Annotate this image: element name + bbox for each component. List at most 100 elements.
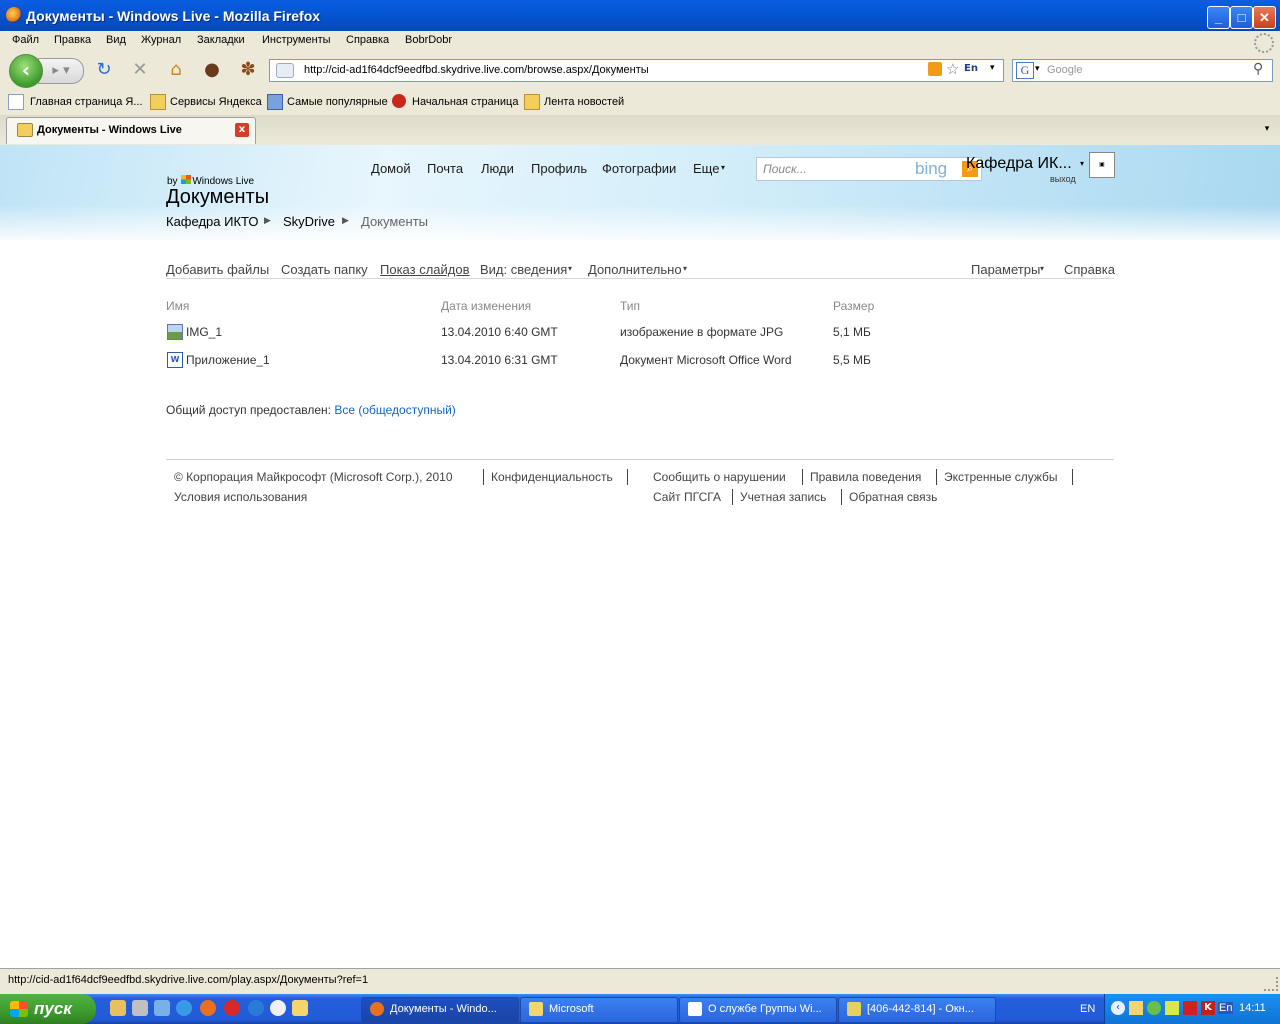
nav-photos[interactable]: Фотографии <box>602 161 676 176</box>
avatar[interactable]: ▣ <box>1089 152 1115 178</box>
nav-mail[interactable]: Почта <box>427 161 463 176</box>
breadcrumb-user[interactable]: Кафедра ИКТО <box>166 214 259 229</box>
file-name[interactable]: Приложение_1 <box>186 353 270 367</box>
tray-expand-icon[interactable]: ‹ <box>1111 1001 1125 1015</box>
keyboard-language[interactable]: EN <box>1080 1003 1095 1015</box>
quicklaunch-network-icon[interactable] <box>154 1000 170 1016</box>
quicklaunch-mixer-icon[interactable] <box>132 1000 148 1016</box>
sharing-link[interactable]: Все (общедоступный) <box>334 403 455 417</box>
taskbar-item-window[interactable]: [406-442-814] - Окн... <box>838 997 996 1023</box>
reload-icon[interactable]: ↻ <box>92 58 116 82</box>
column-name[interactable]: Имя <box>166 299 189 313</box>
help-link[interactable]: Справка <box>1064 262 1115 277</box>
paw-icon[interactable]: ✽ <box>236 58 260 82</box>
privacy-link[interactable]: Конфиденциальность <box>491 470 613 484</box>
nav-people[interactable]: Люди <box>481 161 514 176</box>
more-menu[interactable]: Дополнительно <box>588 262 682 277</box>
tray-kaspersky-icon[interactable]: K <box>1201 1001 1215 1015</box>
menu-help[interactable]: Справка <box>346 34 389 46</box>
quicklaunch-browser-icon[interactable] <box>248 1000 264 1016</box>
search-magnifier-icon[interactable]: ⚲ <box>1253 61 1263 77</box>
back-button[interactable]: ‹ <box>9 54 43 88</box>
nav-home[interactable]: Домой <box>371 161 411 176</box>
tray-antivirus-icon[interactable] <box>1183 1001 1197 1015</box>
address-bar[interactable]: http://cid-ad1f64dcf9eedfbd.skydrive.liv… <box>269 59 1004 82</box>
search-bar[interactable]: G ▾ Google ⚲ <box>1012 59 1273 82</box>
search-engine-dropdown-icon[interactable]: ▾ <box>1035 64 1040 74</box>
tab-list-dropdown-icon[interactable]: ▾ <box>1258 118 1276 140</box>
file-name[interactable]: IMG_1 <box>186 325 222 339</box>
bookmark-yandex-services[interactable]: Сервисы Яндекса <box>170 96 262 108</box>
tab-documents[interactable]: Документы - Windows Live x <box>6 117 256 144</box>
resize-grip-icon[interactable] <box>1264 977 1278 991</box>
breadcrumb-skydrive[interactable]: SkyDrive <box>283 214 335 229</box>
taskbar-item-firefox[interactable]: Документы - Windo... <box>361 997 519 1023</box>
tray-language[interactable]: En <box>1218 1002 1234 1014</box>
column-type[interactable]: Тип <box>620 299 640 313</box>
code-of-conduct-link[interactable]: Правила поведения <box>810 470 921 484</box>
options-menu-arrow-icon[interactable]: ▾ <box>1040 264 1044 273</box>
menu-bookmarks[interactable]: Закладки <box>197 34 245 46</box>
menu-bobrdobr[interactable]: BobrDobr <box>405 34 452 46</box>
slideshow-button[interactable]: Показ слайдов <box>380 262 470 277</box>
start-button[interactable]: пуск <box>0 994 96 1024</box>
google-icon[interactable]: G <box>1016 62 1034 79</box>
quicklaunch-firefox-icon[interactable] <box>200 1000 216 1016</box>
search-input[interactable]: Google <box>1047 64 1082 76</box>
create-folder-button[interactable]: Создать папку <box>281 262 368 277</box>
quicklaunch-opera-icon[interactable] <box>224 1000 240 1016</box>
site-link[interactable]: Сайт ПГСГА <box>653 490 721 504</box>
home-icon[interactable]: ⌂ <box>164 58 188 82</box>
menu-edit[interactable]: Правка <box>54 34 91 46</box>
bookmark-yandex-home[interactable]: Главная страница Я... <box>30 96 143 108</box>
quicklaunch-desktop-icon[interactable] <box>110 1000 126 1016</box>
maximize-button[interactable]: □ <box>1230 6 1253 29</box>
account-link[interactable]: Учетная запись <box>740 490 826 504</box>
tray-app-icon[interactable] <box>1165 1001 1179 1015</box>
site-identity-icon[interactable] <box>276 63 294 78</box>
logout-link[interactable]: выход <box>1050 174 1076 184</box>
view-menu[interactable]: Вид: сведения <box>480 262 567 277</box>
add-files-button[interactable]: Добавить файлы <box>166 262 269 277</box>
column-size[interactable]: Размер <box>833 299 874 313</box>
tray-security-icon[interactable] <box>1147 1001 1161 1015</box>
tray-network-icon[interactable] <box>1129 1001 1143 1015</box>
taskbar-item-word[interactable]: О службе Группы Wi... <box>679 997 837 1023</box>
dropdown-arrow-icon[interactable]: ▾ <box>990 63 995 73</box>
user-menu-arrow-icon[interactable]: ▾ <box>1080 159 1084 168</box>
site-search-box[interactable]: Поиск... bing ⌕ <box>756 157 982 181</box>
close-button[interactable]: ✕ <box>1253 6 1276 29</box>
menu-history[interactable]: Журнал <box>141 34 181 46</box>
report-abuse-link[interactable]: Сообщить о нарушении <box>653 470 786 484</box>
site-search-input[interactable]: Поиск... <box>763 162 807 176</box>
emergency-link[interactable]: Экстренные службы <box>944 470 1058 484</box>
bookmark-news-feed[interactable]: Лента новостей <box>544 96 624 108</box>
terms-link[interactable]: Условия использования <box>174 490 307 504</box>
bookmark-star-icon[interactable]: ☆ <box>946 60 959 78</box>
options-menu[interactable]: Параметры <box>971 262 1040 277</box>
bookmark-start-page[interactable]: Начальная страница <box>412 96 518 108</box>
bookmark-most-visited[interactable]: Самые популярные <box>287 96 388 108</box>
column-date[interactable]: Дата изменения <box>441 299 531 313</box>
menu-view[interactable]: Вид <box>106 34 126 46</box>
clock[interactable]: 14:11 <box>1239 1002 1266 1014</box>
taskbar-item-folder[interactable]: Microsoft <box>520 997 678 1023</box>
menu-file[interactable]: Файл <box>12 34 39 46</box>
rss-icon[interactable] <box>928 62 942 76</box>
forward-button[interactable]: ▸ ▾ <box>38 58 84 84</box>
quicklaunch-messenger-icon[interactable] <box>292 1000 308 1016</box>
quicklaunch-media-icon[interactable] <box>270 1000 286 1016</box>
stop-icon[interactable]: ✕ <box>128 58 152 82</box>
view-menu-arrow-icon[interactable]: ▾ <box>568 264 572 273</box>
address-input[interactable]: http://cid-ad1f64dcf9eedfbd.skydrive.liv… <box>304 64 649 76</box>
language-badge[interactable]: En <box>964 63 978 74</box>
nav-more-arrow-icon[interactable]: ▾ <box>721 163 725 172</box>
feedback-link[interactable]: Обратная связь <box>849 490 937 504</box>
bobrdobr-icon[interactable]: ● <box>200 58 224 82</box>
more-menu-arrow-icon[interactable]: ▾ <box>683 264 687 273</box>
menu-tools[interactable]: Инструменты <box>262 34 331 46</box>
nav-profile[interactable]: Профиль <box>531 161 587 176</box>
quicklaunch-ie-icon[interactable] <box>176 1000 192 1016</box>
minimize-button[interactable]: _ <box>1207 6 1230 29</box>
nav-more[interactable]: Еще <box>693 161 719 176</box>
